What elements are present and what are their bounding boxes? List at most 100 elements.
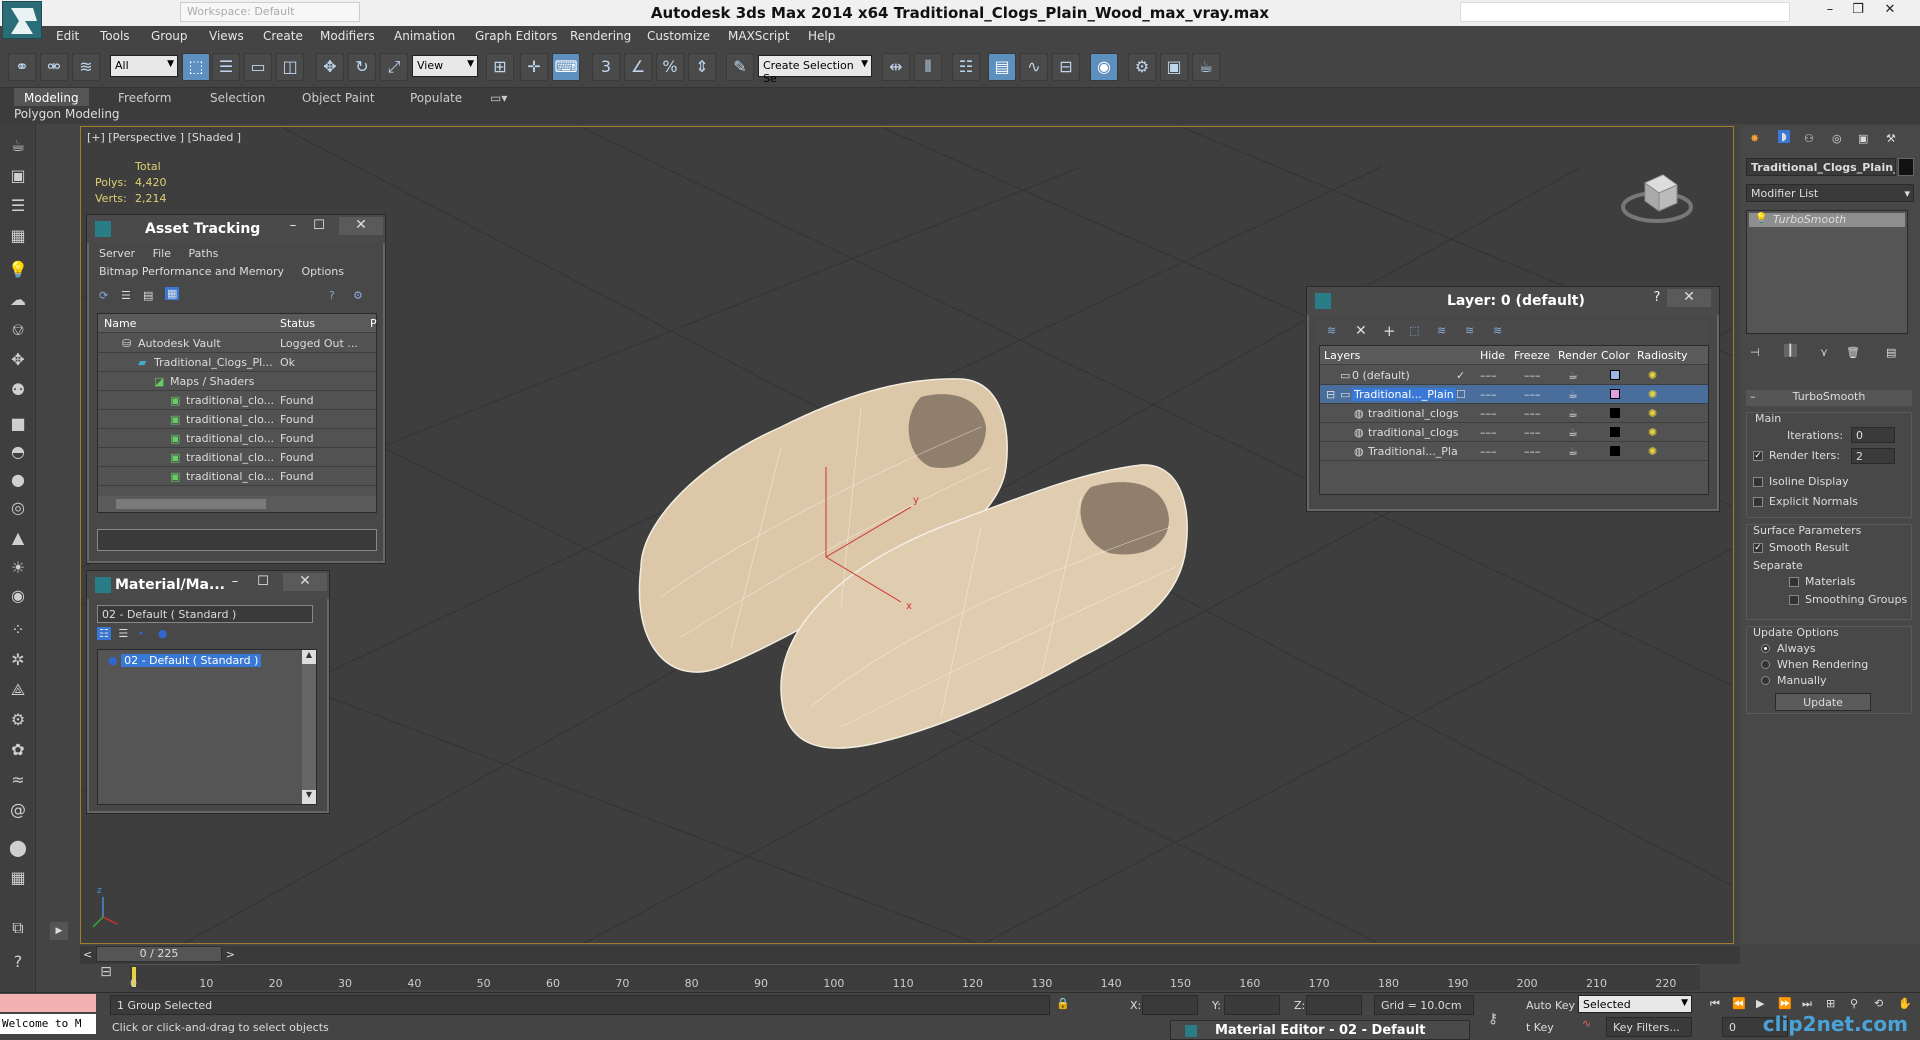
play-icon[interactable]: ▶	[1756, 997, 1764, 1010]
close-icon[interactable]: ✕	[1667, 289, 1711, 307]
layer-color-swatch[interactable]	[1610, 408, 1620, 418]
menu-modifiers[interactable]: Modifiers	[320, 29, 375, 43]
ball-icon[interactable]: ⬤	[6, 836, 30, 860]
delete-layer-icon[interactable]: ✕	[1355, 323, 1367, 339]
pin-stack-icon[interactable]: ⊣	[1750, 346, 1760, 359]
sun-icon[interactable]: ☀	[6, 556, 30, 580]
table-row[interactable]: ◍ Traditional..._Pla ––– ––– ☕ ✺	[1320, 442, 1708, 461]
freeze-toggle-icon[interactable]: –––	[1524, 407, 1541, 420]
col-radiosity[interactable]: Radiosity	[1637, 349, 1688, 362]
radiosity-icon[interactable]: ✺	[1648, 388, 1657, 401]
key-icon[interactable]: ⚷	[1488, 1011, 1498, 1027]
edit-named-selection-icon[interactable]: ✎	[726, 53, 754, 81]
make-unique-icon[interactable]: ⋎	[1820, 346, 1828, 359]
keyframe-curve-icon[interactable]: ∿	[1582, 1017, 1591, 1030]
cone-icon[interactable]: ▲	[6, 526, 30, 550]
tab-freeform[interactable]: Freeform	[108, 88, 181, 106]
percent-snap-icon[interactable]: %	[656, 53, 684, 81]
table-row[interactable]: ▰ Traditional_Clogs_Pl... Ok	[98, 353, 376, 372]
table-row[interactable]: ▣ traditional_clo... Found	[98, 429, 376, 448]
zoom-icon[interactable]: ⚲	[1850, 997, 1858, 1010]
materials-checkbox[interactable]	[1789, 577, 1799, 587]
sphere-icon[interactable]: ●	[158, 627, 168, 640]
freeze-toggle-icon[interactable]: –––	[1524, 426, 1541, 439]
zoom-extents-icon[interactable]: ⊞	[1826, 997, 1835, 1010]
radiosity-icon[interactable]: ✺	[1648, 445, 1657, 458]
tab-modeling[interactable]: Modeling	[14, 88, 89, 106]
select-in-layer-icon[interactable]: ⬚	[1409, 324, 1419, 337]
camera-icon[interactable]: ⎊	[6, 318, 30, 342]
material-titlebar[interactable]: Material/Ma... – ☐ ✕	[87, 571, 329, 599]
snap-toggle-icon[interactable]: 3	[592, 53, 620, 81]
scroll-up-icon[interactable]: ▲	[302, 650, 316, 664]
menu-options[interactable]: Options	[301, 265, 343, 278]
help-icon[interactable]: ?	[329, 289, 335, 302]
menu-edit[interactable]: Edit	[56, 29, 79, 43]
pan-icon[interactable]: ✋	[1898, 997, 1912, 1010]
vertical-scrollbar[interactable]: ▲ ▼	[302, 650, 316, 804]
maxscript-listener-pink[interactable]	[0, 994, 96, 1012]
refresh-icon[interactable]: ⟳	[99, 289, 108, 302]
app-logo-icon[interactable]	[2, 1, 42, 39]
col-freeze[interactable]: Freeze	[1514, 349, 1550, 362]
cloud-icon[interactable]: ☁	[6, 288, 30, 312]
grid-view-icon[interactable]: ▦	[165, 287, 180, 300]
minimize-icon[interactable]: –	[1818, 2, 1842, 22]
menu-create[interactable]: Create	[263, 29, 303, 43]
options-icon[interactable]: ⚙	[353, 289, 363, 302]
viewport-label[interactable]: [+] [Perspective ] [Shaded ]	[87, 131, 241, 144]
create-layer-icon[interactable]: ≋	[1327, 324, 1336, 337]
menu-animation[interactable]: Animation	[394, 29, 455, 43]
key-filters-button[interactable]: Key Filters...	[1606, 1017, 1692, 1037]
col-layers[interactable]: Layers	[1324, 349, 1360, 362]
utilities-tab-icon[interactable]: ⚒	[1886, 132, 1896, 145]
selection-lock-icon[interactable]: 🔒	[1056, 997, 1070, 1010]
menu-group[interactable]: Group	[151, 29, 188, 43]
bulb-icon[interactable]: 💡	[1755, 213, 1767, 224]
table-row[interactable]: ◍ traditional_clogs ––– ––– ☕ ✺	[1320, 404, 1708, 423]
update-button[interactable]: Update	[1775, 693, 1871, 711]
help-icon[interactable]: ?	[6, 950, 30, 974]
tab-object-paint[interactable]: Object Paint	[292, 88, 385, 106]
go-to-start-icon[interactable]: ⏮	[1710, 997, 1720, 1011]
table-row[interactable]: ◍ traditional_clogs ––– ––– ☕ ✺	[1320, 423, 1708, 442]
angle-snap-icon[interactable]: ∠	[624, 53, 652, 81]
render-production-icon[interactable]: ☕	[1192, 53, 1220, 81]
object-color-swatch[interactable]	[1898, 158, 1914, 176]
collapse-icon[interactable]: ⊟	[1326, 388, 1335, 401]
configure-sets-icon[interactable]: ▤	[1886, 346, 1896, 359]
z-coordinate-field[interactable]	[1306, 995, 1362, 1015]
align-icon[interactable]: ⫴	[914, 53, 942, 81]
list-item[interactable]: ● 02 - Default ( Standard )	[108, 654, 262, 667]
hierarchy-tab-icon[interactable]: ⚇	[1804, 132, 1814, 145]
material-editor-window[interactable]: Material Editor - 02 - Default	[1170, 1020, 1470, 1040]
close-icon[interactable]: ✕	[1878, 2, 1902, 22]
radiosity-icon[interactable]: ✺	[1648, 407, 1657, 420]
asset-path-field[interactable]	[97, 529, 377, 551]
freeze-toggle-icon[interactable]: –––	[1524, 445, 1541, 458]
menu-paths[interactable]: Paths	[189, 247, 219, 260]
isoline-checkbox[interactable]	[1753, 477, 1763, 487]
explicit-normals-checkbox[interactable]	[1753, 497, 1763, 507]
link-icon[interactable]: ⚭	[8, 53, 36, 81]
named-selection-dropdown[interactable]: Create Selection Se ▼	[758, 55, 872, 85]
list-view-icon[interactable]: ☰	[118, 627, 128, 640]
x-coordinate-field[interactable]	[1142, 995, 1198, 1015]
hide-toggle-icon[interactable]: –––	[1480, 369, 1497, 382]
tab-selection[interactable]: Selection	[200, 88, 275, 106]
render-setup-icon[interactable]: ⚙	[1128, 53, 1156, 81]
unlink-icon[interactable]: ⚮	[40, 53, 68, 81]
rotate-icon[interactable]: ↻	[348, 53, 376, 81]
list-view-icon[interactable]: ☰	[121, 289, 131, 302]
table-row[interactable]: ▣ traditional_clo... Found	[98, 467, 376, 486]
col-render[interactable]: Render	[1558, 349, 1597, 362]
table-row[interactable]: ⊟ ▭ Traditional..._Plain ☐ ––– ––– ☕ ✺	[1320, 385, 1708, 404]
menu-help[interactable]: Help	[808, 29, 835, 43]
table-row[interactable]: ◪ Maps / Shaders	[98, 372, 376, 391]
scale-icon[interactable]: ⤢	[380, 53, 408, 81]
modify-tab-icon[interactable]: ◗	[1778, 130, 1790, 143]
layer-titlebar[interactable]: Layer: 0 (default) ? ✕	[1307, 287, 1719, 315]
bind-spacewarp-icon[interactable]: ≋	[72, 53, 100, 81]
prev-key-icon[interactable]: ⏪	[1732, 997, 1746, 1010]
highlight-layer-icon[interactable]: ≋	[1437, 324, 1446, 337]
